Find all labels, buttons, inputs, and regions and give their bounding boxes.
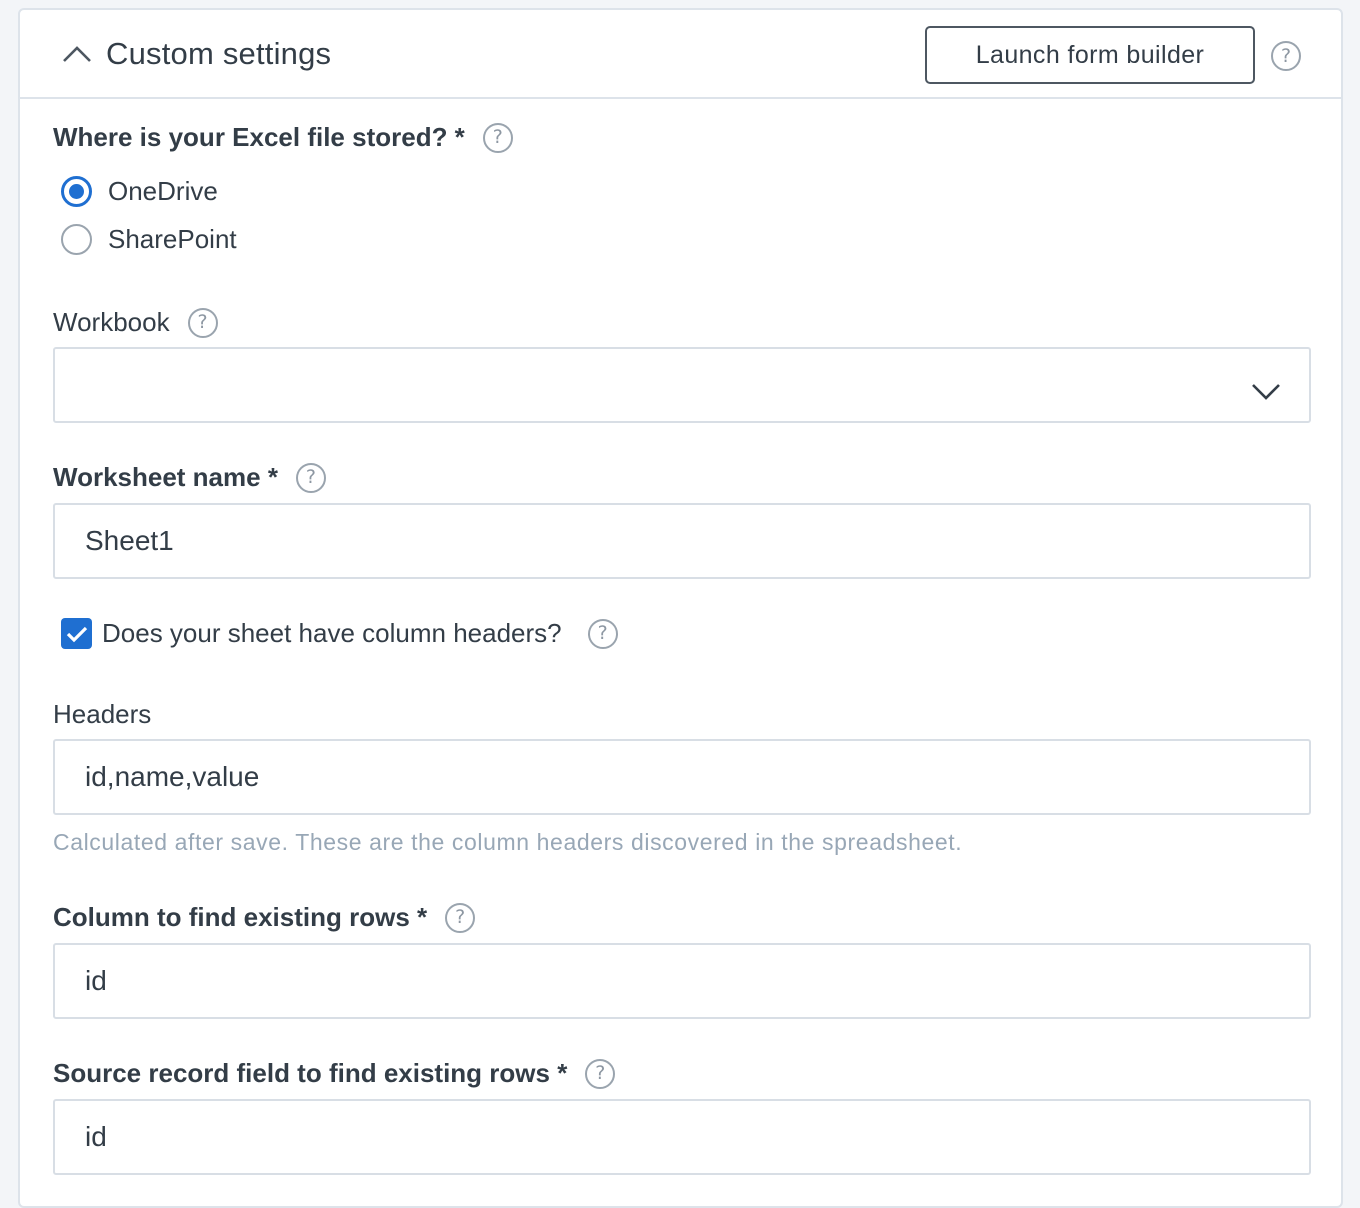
help-icon[interactable]: ? [1271, 41, 1301, 71]
help-icon[interactable]: ? [482, 122, 513, 153]
help-icon[interactable]: ? [585, 1058, 616, 1089]
help-icon[interactable]: ? [187, 307, 218, 338]
chevron-down-icon[interactable] [1251, 375, 1281, 407]
help-icon[interactable]: ? [445, 902, 476, 933]
checkbox-checked-icon[interactable] [61, 618, 92, 649]
help-icon[interactable]: ? [587, 618, 618, 649]
worksheet-name-label: Worksheet name * ? [53, 462, 326, 493]
storage-location-label: Where is your Excel file stored? * ? [53, 122, 513, 153]
panel-header: Custom settings Launch form builder ? [20, 10, 1341, 99]
radio-label-sharepoint: SharePoint [108, 224, 237, 254]
radio-sharepoint[interactable]: SharePoint [61, 224, 237, 255]
radio-onedrive[interactable]: OneDrive [61, 176, 218, 207]
headers-hint-text: Calculated after save. These are the col… [53, 829, 963, 855]
find-column-input[interactable]: id [53, 943, 1311, 1019]
worksheet-name-input[interactable]: Sheet1 [53, 503, 1311, 579]
panel-title: Custom settings [106, 36, 332, 71]
workbook-select[interactable] [53, 347, 1311, 423]
column-headers-checkbox-label[interactable]: Does your sheet have column headers? [102, 618, 562, 649]
radio-unchecked-icon[interactable] [61, 224, 92, 255]
source-field-input[interactable]: id [53, 1099, 1311, 1175]
radio-label-onedrive: OneDrive [108, 176, 218, 206]
custom-settings-panel: Custom settings Launch form builder ? Wh… [18, 8, 1343, 1208]
headers-input[interactable]: id,name,value [53, 739, 1311, 815]
chevron-up-icon [62, 42, 92, 66]
headers-label: Headers [53, 699, 152, 729]
find-column-label: Column to find existing rows * ? [53, 902, 476, 933]
launch-form-builder-button[interactable]: Launch form builder [925, 26, 1255, 84]
workbook-label: Workbook ? [53, 307, 218, 338]
source-field-label: Source record field to find existing row… [53, 1058, 616, 1089]
collapse-toggle[interactable]: Custom settings [62, 36, 331, 72]
column-headers-checkbox-row: Does your sheet have column headers? ? [61, 618, 618, 649]
help-icon[interactable]: ? [295, 462, 326, 493]
radio-checked-icon[interactable] [61, 176, 92, 207]
